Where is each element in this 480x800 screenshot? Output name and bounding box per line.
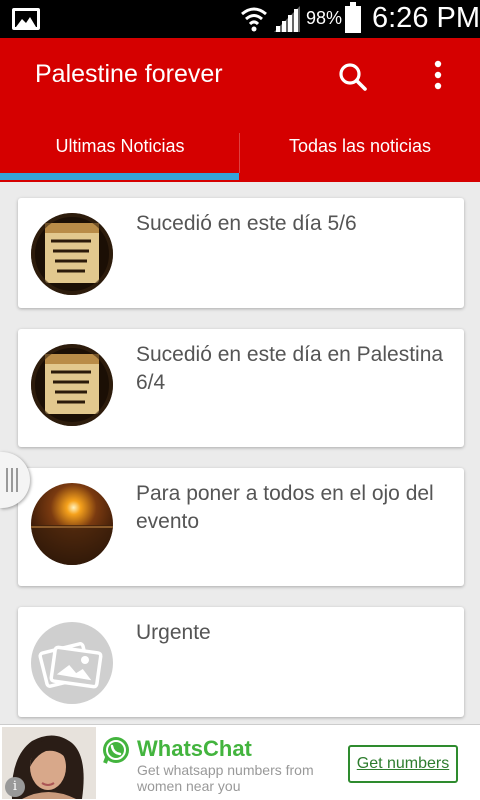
overflow-menu-button[interactable] <box>418 54 458 100</box>
app-bar: Palestine forever Ultimas Noticias Todas… <box>0 38 480 182</box>
more-vert-icon <box>434 60 442 90</box>
calendar-arabic-thumb <box>31 344 113 426</box>
gallery-icon <box>12 8 40 30</box>
search-button[interactable] <box>330 54 376 100</box>
ad-brand: WhatsChat <box>137 736 252 761</box>
news-title: Sucedió en este día 5/6 <box>136 212 357 235</box>
news-card[interactable]: Para poner a todos en el ojo del evento <box>18 468 464 586</box>
ad-text: Get whatsapp numbers from women near you <box>137 762 314 794</box>
battery-percent: 98% <box>306 8 343 28</box>
get-numbers-button[interactable]: Get numbers <box>348 745 458 783</box>
wifi-icon <box>241 7 267 32</box>
whatsapp-icon <box>103 737 129 764</box>
clock: 6:26 PM <box>372 2 480 34</box>
calendar-arabic-thumb <box>31 213 113 295</box>
battery-icon <box>345 2 361 33</box>
tab-indicator <box>0 173 239 180</box>
news-title: Para poner a todos en el ojo del evento <box>136 482 434 533</box>
news-card[interactable]: Sucedió en este día en Palestina 6/4 <box>18 329 464 447</box>
news-title: Urgente <box>136 621 211 644</box>
tab-todas-las-noticias[interactable]: Todas las noticias <box>240 118 480 182</box>
app-title: Palestine forever <box>35 60 223 88</box>
status-bar: 98% 6:26 PM <box>0 0 480 38</box>
news-title: Sucedió en este día en Palestina 6/4 <box>136 343 444 394</box>
image-placeholder-icon <box>31 622 113 704</box>
news-card[interactable]: Sucedió en este día 5/6 <box>18 198 464 308</box>
news-card[interactable]: Urgente <box>18 607 464 717</box>
ad-info-icon[interactable]: i <box>5 777 25 797</box>
ad-banner[interactable]: i WhatsChat Get whatsapp numbers from wo… <box>0 724 480 800</box>
search-icon <box>339 63 367 91</box>
signal-icon <box>274 6 300 32</box>
sunset-thumb <box>31 483 113 565</box>
